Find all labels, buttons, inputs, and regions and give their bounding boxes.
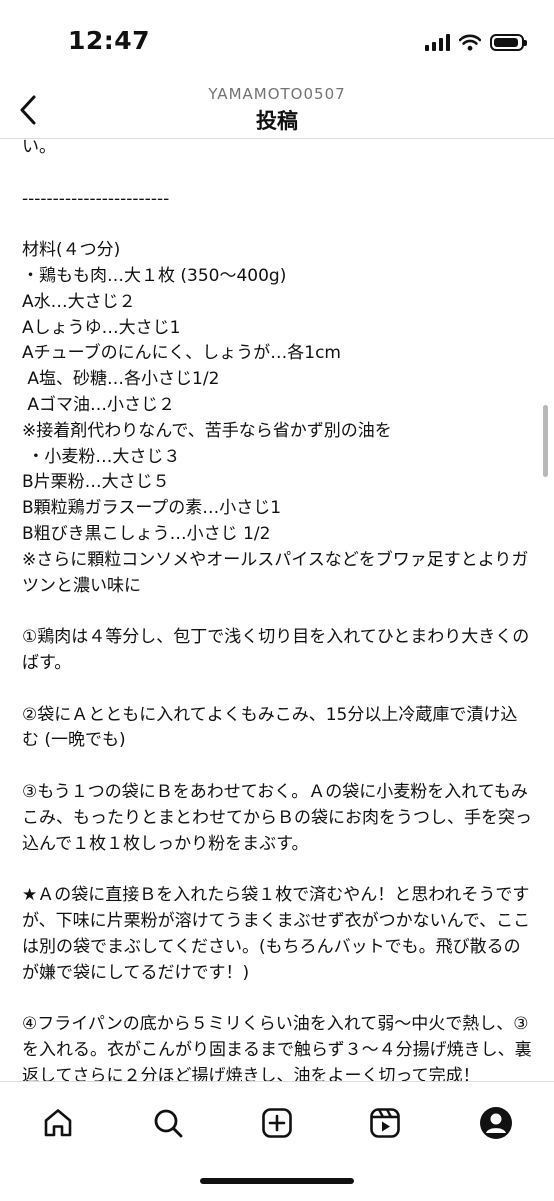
tab-home[interactable] — [33, 1098, 83, 1148]
home-indicator — [200, 1178, 354, 1184]
tab-profile[interactable] — [471, 1098, 521, 1148]
battery-icon — [490, 33, 527, 51]
wifi-icon — [459, 34, 481, 51]
header-username: YAMAMOTO0507 — [208, 85, 346, 103]
tab-search[interactable] — [143, 1098, 193, 1148]
post-caption-text: い。 ------------------------ 材料(４つ分) ・鶏もも… — [22, 139, 532, 1081]
navigation-header: YAMAMOTO0507 投稿 — [0, 82, 554, 139]
create-icon — [262, 1108, 292, 1138]
tab-reels[interactable] — [360, 1098, 410, 1148]
post-content-area[interactable]: い。 ------------------------ 材料(４つ分) ・鶏もも… — [0, 139, 554, 1081]
search-icon — [154, 1109, 183, 1138]
status-bar: 12:47 — [0, 0, 554, 82]
status-time: 12:47 — [68, 26, 151, 55]
home-icon — [44, 1109, 72, 1137]
reels-icon — [370, 1108, 400, 1138]
status-icons — [425, 30, 527, 54]
profile-icon — [480, 1107, 512, 1139]
cellular-signal-icon — [425, 33, 450, 51]
tab-create[interactable] — [252, 1098, 302, 1148]
scroll-indicator[interactable] — [543, 405, 548, 477]
page-title: 投稿 — [256, 109, 298, 133]
